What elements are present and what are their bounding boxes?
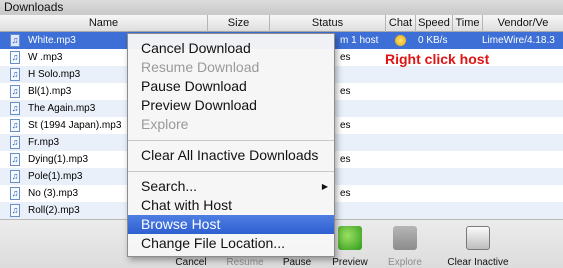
music-file-icon: ♫ [10, 204, 20, 217]
chat-icon[interactable] [395, 35, 406, 46]
column-header-chat[interactable]: Chat [386, 15, 416, 32]
menu-item-explore[interactable]: Explore [128, 115, 334, 134]
music-file-icon: ♫ [10, 136, 20, 149]
music-file-icon: ♫ [10, 170, 20, 183]
menu-item-cancel-download[interactable]: Cancel Download [128, 39, 334, 58]
music-file-icon: ♫ [10, 68, 20, 81]
file-name: White.mp3 [28, 35, 76, 46]
menu-item-pause-download[interactable]: Pause Download [128, 77, 334, 96]
download-status: es [340, 86, 351, 97]
file-name: Fr.mp3 [28, 137, 60, 148]
file-name: Dying(1).mp3 [28, 154, 89, 165]
table-header: Name Size Status Chat Speed Time Vendor/… [0, 15, 563, 32]
download-speed: 0 KB/s [418, 35, 448, 46]
download-status: es [340, 52, 351, 63]
vendor-name: LimeWire/4.18.3 [482, 35, 555, 46]
column-header-name[interactable]: Name [0, 15, 208, 32]
preview-button-label: Preview [332, 257, 368, 268]
column-header-speed[interactable]: Speed [416, 15, 453, 32]
resume-button-label: Resume [226, 257, 264, 268]
menu-item-preview-download[interactable]: Preview Download [128, 96, 334, 115]
file-name: H Solo.mp3 [28, 69, 81, 80]
music-file-icon: ♫ [10, 85, 20, 98]
download-status: es [340, 188, 351, 199]
window-title: Downloads [0, 0, 563, 15]
column-header-size[interactable]: Size [208, 15, 270, 32]
column-header-time[interactable]: Time [453, 15, 483, 32]
file-name: No (3).mp3 [28, 188, 79, 199]
menu-separator [128, 140, 334, 141]
music-file-icon: ♫ [10, 34, 20, 47]
column-header-vendor[interactable]: Vendor/Ve [483, 15, 563, 32]
submenu-arrow-icon: ▶ [321, 182, 328, 191]
pause-button-label: Pause [282, 257, 312, 268]
music-file-icon: ♫ [10, 51, 20, 64]
file-name: Pole(1).mp3 [28, 171, 83, 182]
menu-item-browse-host[interactable]: Browse Host [128, 215, 334, 234]
clear-inactive-button-label: Clear Inactive [447, 257, 509, 268]
cancel-button-label: Cancel [175, 257, 207, 268]
play-icon [338, 226, 362, 250]
explore-button-label: Explore [388, 257, 422, 268]
clear-inactive-button[interactable]: Clear Inactive [436, 220, 520, 268]
music-file-icon: ♫ [10, 153, 20, 166]
clear-icon [466, 226, 490, 250]
menu-item-search-label: Search... [141, 178, 198, 194]
download-status: m 1 host [340, 35, 379, 46]
context-menu: Cancel Download Resume Download Pause Do… [127, 33, 335, 257]
file-name: The Again.mp3 [28, 103, 96, 114]
explore-button[interactable]: Explore [380, 220, 430, 268]
download-status: es [340, 120, 351, 131]
menu-item-change-file-location[interactable]: Change File Location... [128, 234, 334, 253]
instruction-annotation: Right click host [385, 51, 490, 67]
file-name: W .mp3 [28, 52, 63, 63]
menu-item-resume-download[interactable]: Resume Download [128, 58, 334, 77]
file-name: Roll(2).mp3 [28, 205, 80, 216]
music-file-icon: ♫ [10, 187, 20, 200]
menu-item-chat-with-host[interactable]: Chat with Host [128, 196, 334, 215]
music-file-icon: ♫ [10, 102, 20, 115]
file-name: St (1994 Japan).mp3 [28, 120, 122, 131]
file-name: Bl(1).mp3 [28, 86, 72, 97]
download-status: es [340, 154, 351, 165]
music-file-icon: ♫ [10, 119, 20, 132]
menu-item-search[interactable]: Search... ▶ [128, 177, 334, 196]
menu-item-clear-all-inactive[interactable]: Clear All Inactive Downloads [128, 146, 334, 165]
menu-separator [128, 171, 334, 172]
folder-icon [393, 226, 417, 250]
column-header-status[interactable]: Status [270, 15, 386, 32]
